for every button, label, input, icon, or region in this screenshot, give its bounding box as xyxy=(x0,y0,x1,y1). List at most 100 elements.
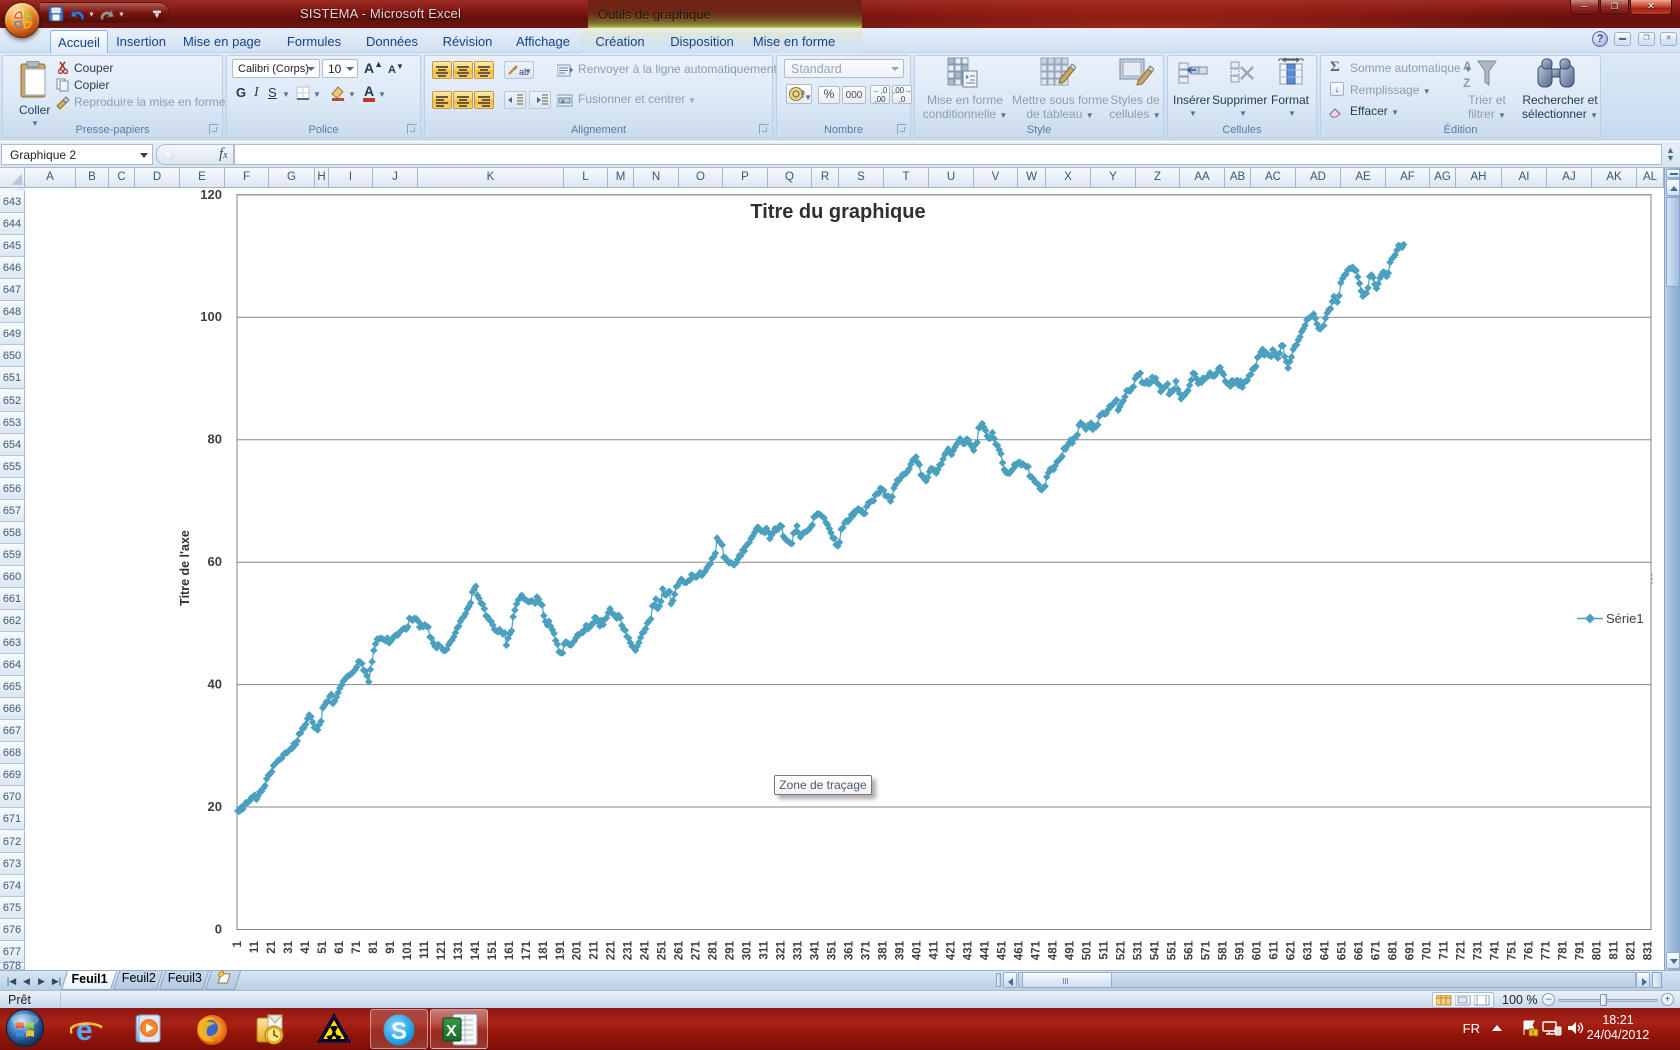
svg-text:801: 801 xyxy=(1591,940,1603,960)
svg-text:821: 821 xyxy=(1625,940,1637,960)
svg-text:211: 211 xyxy=(589,940,601,959)
svg-text:100: 100 xyxy=(200,309,222,324)
svg-text:11: 11 xyxy=(249,940,261,953)
svg-text:80: 80 xyxy=(208,432,222,447)
svg-text:411: 411 xyxy=(929,940,941,959)
svg-text:811: 811 xyxy=(1608,940,1620,959)
svg-text:181: 181 xyxy=(538,940,550,960)
svg-text:Titre de l'axe: Titre de l'axe xyxy=(178,530,192,606)
svg-text:391: 391 xyxy=(895,940,907,960)
svg-text:631: 631 xyxy=(1303,940,1315,960)
svg-text:761: 761 xyxy=(1524,940,1536,960)
svg-text:831: 831 xyxy=(1642,940,1654,960)
svg-text:491: 491 xyxy=(1065,940,1077,960)
svg-text:711: 711 xyxy=(1439,940,1451,959)
svg-text:111: 111 xyxy=(419,940,431,959)
svg-text:681: 681 xyxy=(1388,940,1400,960)
svg-text:481: 481 xyxy=(1048,940,1060,960)
svg-text:301: 301 xyxy=(742,940,754,960)
svg-text:651: 651 xyxy=(1337,940,1349,960)
svg-text:541: 541 xyxy=(1150,940,1162,960)
svg-text:Série1: Série1 xyxy=(1606,611,1644,626)
svg-text:731: 731 xyxy=(1473,940,1485,960)
svg-text:241: 241 xyxy=(640,940,652,960)
svg-text:41: 41 xyxy=(300,940,312,953)
svg-text:621: 621 xyxy=(1286,940,1298,960)
svg-text:191: 191 xyxy=(555,940,567,960)
svg-text:!: ! xyxy=(1532,1031,1534,1038)
svg-text:271: 271 xyxy=(691,940,703,960)
svg-text:661: 661 xyxy=(1354,940,1366,960)
svg-text:501: 501 xyxy=(1082,940,1094,960)
svg-text:221: 221 xyxy=(606,940,618,960)
svg-text:441: 441 xyxy=(980,940,992,960)
svg-text:▼: ▼ xyxy=(88,12,95,19)
svg-text:421: 421 xyxy=(946,940,958,960)
svg-text:291: 291 xyxy=(725,940,737,960)
svg-text:781: 781 xyxy=(1558,940,1570,960)
svg-text:281: 281 xyxy=(708,940,720,960)
svg-text:231: 231 xyxy=(623,940,635,960)
svg-text:751: 751 xyxy=(1507,940,1519,960)
svg-text:61: 61 xyxy=(334,940,346,953)
svg-text:131: 131 xyxy=(453,940,465,960)
svg-text:371: 371 xyxy=(861,940,873,960)
svg-text:Titre du graphique: Titre du graphique xyxy=(750,201,925,223)
svg-text:171: 171 xyxy=(521,940,533,960)
svg-text:561: 561 xyxy=(1184,940,1196,960)
svg-text:31: 31 xyxy=(283,940,295,953)
svg-text:81: 81 xyxy=(368,940,380,953)
svg-text:741: 741 xyxy=(1490,940,1502,960)
svg-text:201: 201 xyxy=(572,940,584,960)
svg-text:351: 351 xyxy=(827,940,839,960)
svg-text:71: 71 xyxy=(351,940,363,953)
svg-text:40: 40 xyxy=(208,677,222,692)
svg-text:471: 471 xyxy=(1031,940,1043,960)
svg-text:401: 401 xyxy=(912,940,924,960)
svg-text:1: 1 xyxy=(232,940,244,947)
svg-text:e: e xyxy=(76,1014,93,1046)
svg-text:581: 581 xyxy=(1218,940,1230,960)
svg-text:601: 601 xyxy=(1252,940,1264,960)
svg-text:571: 571 xyxy=(1201,940,1213,960)
svg-text:641: 641 xyxy=(1320,940,1332,960)
svg-text:161: 161 xyxy=(504,940,516,960)
svg-text:431: 431 xyxy=(963,940,975,960)
svg-text:361: 361 xyxy=(844,940,856,960)
svg-text:51: 51 xyxy=(317,940,329,953)
svg-text:121: 121 xyxy=(436,940,448,960)
svg-text:261: 261 xyxy=(674,940,686,960)
svg-text:451: 451 xyxy=(997,940,1009,960)
svg-text:141: 141 xyxy=(470,940,482,960)
svg-text:21: 21 xyxy=(266,940,278,953)
svg-text:101: 101 xyxy=(402,940,414,960)
svg-text:771: 771 xyxy=(1541,940,1553,960)
svg-text:691: 691 xyxy=(1405,940,1417,960)
svg-text:120: 120 xyxy=(200,188,222,202)
svg-text:0: 0 xyxy=(215,922,222,937)
svg-text:611: 611 xyxy=(1269,940,1281,959)
svg-text:251: 251 xyxy=(657,940,669,960)
svg-text:591: 591 xyxy=(1235,940,1247,960)
svg-text:381: 381 xyxy=(878,940,890,960)
svg-text:721: 721 xyxy=(1456,940,1468,960)
svg-text:151: 151 xyxy=(487,940,499,960)
svg-text:551: 551 xyxy=(1167,940,1179,960)
svg-text:91: 91 xyxy=(385,940,397,953)
svg-text:Z: Z xyxy=(1463,76,1470,90)
svg-text:701: 701 xyxy=(1422,940,1434,960)
svg-text:671: 671 xyxy=(1371,940,1383,960)
svg-text:311: 311 xyxy=(759,940,771,959)
svg-text:S: S xyxy=(391,1018,407,1045)
svg-text:321: 321 xyxy=(776,940,788,960)
svg-text:531: 531 xyxy=(1133,940,1145,960)
svg-text:▼: ▼ xyxy=(118,12,125,19)
svg-text:341: 341 xyxy=(810,940,822,960)
svg-text:331: 331 xyxy=(793,940,805,960)
svg-text:521: 521 xyxy=(1116,940,1128,960)
svg-text:461: 461 xyxy=(1014,940,1026,960)
svg-text:20: 20 xyxy=(208,799,222,814)
svg-text:511: 511 xyxy=(1099,940,1111,959)
svg-text:X: X xyxy=(446,1023,457,1040)
svg-text:60: 60 xyxy=(208,554,222,569)
